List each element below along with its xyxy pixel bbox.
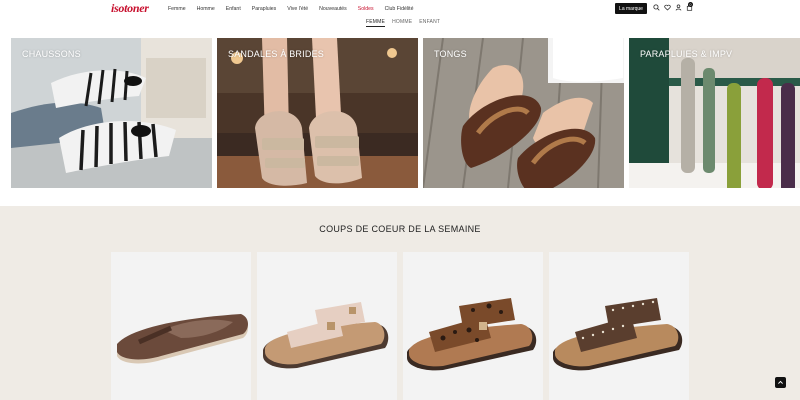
nav-item-vive-l-ete[interactable]: Vive l'été <box>287 6 308 12</box>
sandales-image <box>217 38 418 188</box>
site-header: isotoner Femme Homme Enfant Parapluies V… <box>0 0 800 18</box>
cart-count-badge: 0 <box>688 2 693 7</box>
nav-item-soldes[interactable]: Soldes <box>358 6 374 12</box>
tab-enfant[interactable]: ENFANT <box>419 19 440 27</box>
search-icon[interactable] <box>653 4 660 11</box>
parapluies-image <box>629 38 800 188</box>
category-label: PARAPLUIES & IMPV <box>640 49 733 59</box>
product-image <box>407 298 537 371</box>
section-title: COUPS DE COEUR DE LA SEMAINE <box>319 224 481 234</box>
header-icons <box>653 4 693 11</box>
nav-item-nouveautes[interactable]: Nouveautés <box>319 6 347 12</box>
category-label: TONGS <box>434 49 467 59</box>
site-logo[interactable]: isotoner <box>111 1 149 16</box>
product-image <box>263 302 389 369</box>
main-nav: Femme Homme Enfant Parapluies Vive l'été… <box>168 6 424 12</box>
category-tile-parapluies[interactable]: PARAPLUIES & IMPV <box>629 38 800 188</box>
heart-icon[interactable] <box>664 4 671 11</box>
category-tile-tongs[interactable]: TONGS <box>423 38 624 188</box>
scroll-to-top-button[interactable] <box>775 377 786 388</box>
category-tile-chaussons[interactable]: CHAUSSONS <box>11 38 212 188</box>
tab-homme[interactable]: HOMME <box>392 19 412 27</box>
category-subtabs: FEMME HOMME ENFANT <box>366 19 440 27</box>
nav-item-club-fidelite[interactable]: Club Fidélité <box>385 6 414 12</box>
product-card[interactable] <box>549 252 689 400</box>
chevron-up-icon <box>778 380 783 384</box>
nav-item-homme[interactable]: Homme <box>197 6 215 12</box>
category-label: SANDALES À BRIDES <box>228 49 324 59</box>
brand-button[interactable]: La marque <box>615 3 647 14</box>
user-icon[interactable] <box>675 4 682 11</box>
product-card[interactable] <box>403 252 543 400</box>
category-label: CHAUSSONS <box>22 49 81 59</box>
chaussons-image <box>11 38 212 188</box>
product-card[interactable] <box>257 252 397 400</box>
nav-item-parapluies[interactable]: Parapluies <box>252 6 277 12</box>
tongs-image <box>423 38 624 188</box>
product-image <box>117 314 248 364</box>
product-image <box>553 298 683 371</box>
tab-femme[interactable]: FEMME <box>366 19 386 27</box>
product-card[interactable] <box>111 252 251 400</box>
nav-item-enfant[interactable]: Enfant <box>226 6 241 12</box>
nav-item-femme[interactable]: Femme <box>168 6 186 12</box>
category-tile-sandales-a-brides[interactable]: SANDALES À BRIDES <box>217 38 418 188</box>
